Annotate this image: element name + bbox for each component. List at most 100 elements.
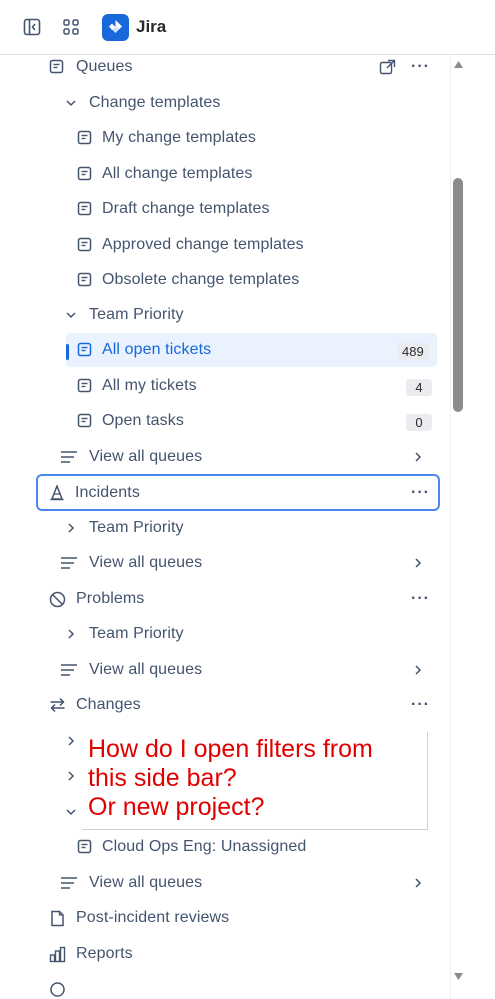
sidebar-item-label: All my tickets (102, 377, 197, 394)
sidebar-item-draft-change-templates[interactable]: Draft change templates (66, 192, 440, 226)
chevron-right-icon (412, 446, 424, 468)
queue-icon (48, 58, 66, 76)
sidebar-item-label: Approved change templates (102, 236, 304, 253)
chevron-right-icon (412, 872, 424, 894)
sidebar-item-problems[interactable]: Problems ··· (36, 582, 440, 616)
chevron-down-icon (62, 803, 80, 821)
operations-icon (48, 980, 66, 998)
chevron-right-icon (62, 767, 80, 785)
sidebar-item-label: Changes (76, 696, 141, 713)
more-actions-icon[interactable]: ··· (411, 56, 430, 78)
sidebar-item-queues[interactable]: Queues ··· (36, 55, 440, 84)
sidebar-item-label: Queues (76, 58, 133, 75)
sidebar-item-label: All change templates (102, 165, 253, 182)
chevron-right-icon (62, 519, 80, 537)
annotation-line: How do I open filters from (88, 735, 373, 763)
view-all-queues-link[interactable]: View all queues (52, 546, 440, 580)
annotation-callout: How do I open filters from this side bar… (82, 732, 428, 830)
sidebar-item-post-incident-reviews[interactable]: Post-incident reviews (36, 901, 440, 935)
chevron-down-icon (62, 94, 80, 112)
sidebar-item-all-change-templates[interactable]: All change templates (66, 157, 440, 191)
queue-icon (76, 377, 94, 395)
sidebar-item-label: Open tasks (102, 412, 184, 429)
queue-icon (76, 271, 94, 289)
sidebar-item-label: Team Priority (89, 519, 184, 536)
sidebar-item-problems-team-priority[interactable]: Team Priority (52, 617, 440, 651)
sidebar-item-reports[interactable]: Reports (36, 937, 440, 971)
sidebar-item-label: Draft change templates (102, 200, 270, 217)
app-switcher-icon[interactable] (59, 15, 83, 39)
bar-chart-icon (48, 945, 66, 963)
prohibited-icon (48, 590, 66, 608)
sidebar-item-my-change-templates[interactable]: My change templates (66, 121, 440, 155)
sidebar-item-label: View all queues (89, 448, 203, 465)
sidebar-item-partial[interactable] (36, 972, 440, 999)
queue-icon (76, 236, 94, 254)
chevron-right-icon (62, 625, 80, 643)
ticket-count-badge: 4 (406, 379, 432, 396)
chevron-right-icon (412, 659, 424, 681)
sidebar-item-label: View all queues (89, 874, 203, 891)
sidebar-toggle-icon[interactable] (20, 15, 44, 39)
jira-logo-icon[interactable] (102, 14, 129, 41)
sidebar: Queues ··· Change templates My change te… (0, 55, 467, 999)
sidebar-item-incidents[interactable]: Incidents ··· (36, 474, 440, 511)
list-icon (60, 448, 78, 466)
document-icon (48, 909, 66, 927)
sidebar-item-approved-change-templates[interactable]: Approved change templates (66, 228, 440, 262)
annotation-line: Or new project? (88, 793, 265, 821)
chevron-right-icon (62, 732, 80, 750)
app-title[interactable]: Jira (136, 17, 166, 37)
sidebar-item-change-templates[interactable]: Change templates (52, 86, 440, 120)
more-actions-icon[interactable]: ··· (411, 588, 430, 610)
sidebar-item-all-open-tickets[interactable]: All open tickets 489 (66, 333, 437, 367)
view-all-queues-link[interactable]: View all queues (52, 653, 440, 687)
sidebar-item-label: My change templates (102, 129, 256, 146)
queue-icon (76, 129, 94, 147)
sidebar-item-changes[interactable]: Changes ··· (36, 688, 440, 722)
sidebar-item-obsolete-change-templates[interactable]: Obsolete change templates (66, 263, 440, 297)
list-icon (60, 554, 78, 572)
sidebar-item-open-tasks[interactable]: Open tasks 0 (66, 404, 440, 438)
sidebar-item-label: Post-incident reviews (76, 909, 230, 926)
sidebar-item-incidents-team-priority[interactable]: Team Priority (52, 511, 440, 545)
sidebar-item-label: Change templates (89, 94, 221, 111)
sidebar-item-team-priority[interactable]: Team Priority (52, 298, 440, 332)
swap-arrows-icon (48, 696, 66, 714)
queue-icon (76, 412, 94, 430)
queue-icon (76, 200, 94, 218)
sidebar-item-label: All open tickets (102, 341, 212, 358)
queue-icon (76, 341, 94, 359)
chevron-down-icon (62, 306, 80, 324)
more-actions-icon[interactable]: ··· (411, 482, 430, 504)
selected-indicator (66, 344, 69, 360)
scrollbar-thumb[interactable] (453, 178, 463, 412)
sidebar-item-all-my-tickets[interactable]: All my tickets 4 (66, 369, 440, 403)
annotation-line: this side bar? (88, 764, 237, 792)
queue-icon (76, 838, 94, 856)
incident-cone-icon (48, 484, 66, 502)
sidebar-item-label: Team Priority (89, 625, 184, 642)
scroll-down-arrow-icon[interactable] (453, 972, 464, 981)
list-icon (60, 661, 78, 679)
queue-icon (76, 165, 94, 183)
sidebar-item-cloud-ops-unassigned[interactable]: Cloud Ops Eng: Unassigned (66, 830, 440, 864)
ticket-count-badge: 0 (406, 414, 432, 431)
sidebar-item-label: Problems (76, 590, 145, 607)
sidebar-item-label: View all queues (89, 661, 203, 678)
list-icon (60, 874, 78, 892)
view-all-queues-link[interactable]: View all queues (52, 440, 440, 474)
ticket-count-badge: 489 (397, 343, 429, 360)
top-bar: Jira (0, 0, 495, 55)
open-external-icon[interactable] (379, 56, 396, 78)
sidebar-item-label: Reports (76, 945, 133, 962)
chevron-right-icon (412, 552, 424, 574)
sidebar-item-label: Team Priority (89, 306, 184, 323)
view-all-queues-link[interactable]: View all queues (52, 866, 440, 900)
sidebar-item-label: Cloud Ops Eng: Unassigned (102, 838, 307, 855)
sidebar-item-label: Obsolete change templates (102, 271, 300, 288)
sidebar-item-label: Incidents (75, 484, 140, 501)
sidebar-item-label: View all queues (89, 554, 203, 571)
scroll-up-arrow-icon[interactable] (453, 60, 464, 69)
more-actions-icon[interactable]: ··· (411, 694, 430, 716)
